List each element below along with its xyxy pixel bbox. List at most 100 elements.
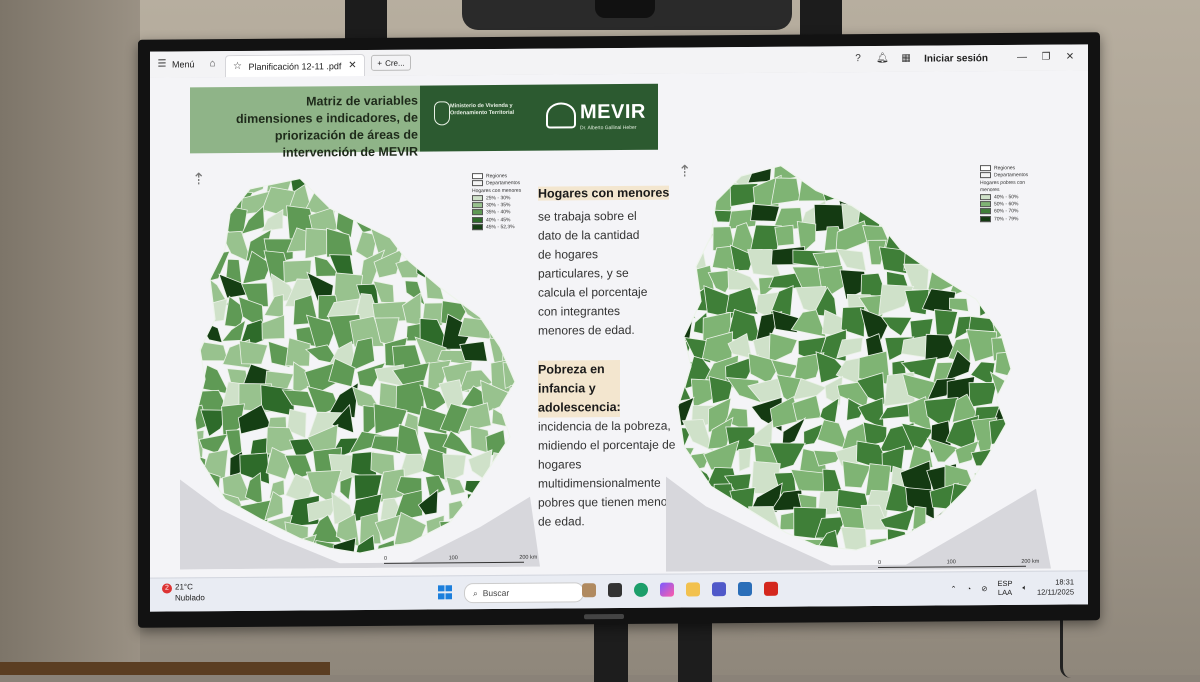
help-icon[interactable]: ?: [852, 53, 864, 65]
department-area: [905, 163, 930, 188]
department-area: [997, 461, 1011, 487]
department-area: [840, 526, 868, 552]
department-area: [934, 242, 949, 276]
store-icon[interactable]: [738, 581, 752, 597]
department-area: [678, 289, 697, 320]
department-area: [195, 190, 210, 221]
slide-title: Matriz de variables dimensiones e indica…: [236, 93, 419, 160]
department-area: [911, 222, 927, 256]
windows-taskbar: 2 21°C Nublado ⌕ Buscar ⌃ ◔ ⊘ ESP LAA 🔈︎…: [150, 570, 1088, 612]
taskbar-search[interactable]: ⌕ Buscar: [464, 582, 584, 604]
department-area: [502, 251, 515, 277]
department-area: [437, 176, 468, 188]
language-indicator[interactable]: ESP LAA: [998, 579, 1013, 597]
section-pobreza-title: Pobreza en infancia y adolescencia:: [538, 359, 621, 418]
search-label: Buscar: [482, 587, 510, 599]
department-area: [790, 469, 828, 492]
department-area: [678, 265, 694, 297]
department-area: [906, 195, 938, 230]
restore-icon[interactable]: ❐: [1040, 52, 1052, 64]
department-area: [683, 163, 711, 187]
menu-button[interactable]: ☰ Menú: [150, 51, 201, 77]
department-area: [502, 362, 515, 390]
clock-time: 18:31: [1055, 577, 1074, 587]
power-cable: [1060, 618, 1071, 678]
acrobat-icon[interactable]: [764, 581, 778, 596]
department-area: [1035, 294, 1056, 318]
notification-badge: 2: [162, 583, 172, 594]
legend-title: Hogares con menores: [472, 187, 522, 194]
department-area: [951, 199, 982, 227]
department-area: [814, 163, 847, 191]
home-icon: ⌂: [209, 58, 216, 70]
department-area: [466, 493, 496, 525]
create-button[interactable]: + Cre...: [371, 54, 411, 71]
department-area: [504, 444, 515, 482]
apps-grid-icon[interactable]: ▦: [900, 53, 912, 65]
department-area: [505, 467, 515, 498]
signin-button[interactable]: Iniciar sesión: [924, 53, 988, 65]
weather-widget[interactable]: 2 21°C Nublado: [162, 582, 205, 603]
department-area: [423, 208, 449, 235]
department-area: [1010, 428, 1011, 452]
wall-shadow: [0, 0, 140, 675]
department-area: [770, 177, 801, 205]
department-area: [946, 175, 979, 212]
clock[interactable]: 18:31 12/11/2025: [1037, 577, 1074, 597]
department-area: [201, 364, 231, 395]
department-area: [1035, 354, 1056, 385]
security-icon[interactable]: ◔: [967, 584, 972, 593]
tab-document[interactable]: ☆ Planificación 12-11 .pdf ✕: [224, 53, 366, 78]
department-area: [307, 176, 338, 199]
task-view-icon[interactable]: [608, 582, 622, 598]
weather-desc: Nublado: [175, 593, 205, 603]
department-area: [679, 223, 715, 250]
department-area: [888, 200, 914, 226]
department-area: [678, 244, 692, 279]
department-area: [1010, 397, 1011, 424]
department-area: [1034, 460, 1056, 496]
home-button[interactable]: ⌂: [201, 51, 225, 77]
edge-icon[interactable]: [634, 582, 648, 597]
department-area: [950, 240, 979, 276]
legend-left: Regiones Departamentos Hogares con menor…: [472, 173, 522, 232]
department-area: [330, 176, 363, 198]
department-area: [944, 163, 981, 188]
mevir-logo-icon: [546, 102, 576, 129]
network-icon[interactable]: ⊘: [981, 584, 987, 593]
department-area: [441, 188, 470, 213]
department-area: [928, 218, 958, 254]
department-area: [968, 382, 998, 408]
camera-lens: [595, 0, 655, 18]
department-area: [925, 197, 957, 234]
department-area: [725, 286, 759, 315]
department-area: [857, 163, 895, 183]
taskbar-apps: [582, 581, 778, 598]
windows-start-icon[interactable]: [438, 585, 452, 600]
department-area: [992, 444, 1011, 472]
teams-icon[interactable]: [712, 582, 726, 597]
department-area: [1038, 222, 1056, 254]
department-area: [991, 218, 1011, 256]
volume-icon[interactable]: 🔈︎: [1023, 583, 1028, 593]
department-area: [448, 500, 467, 521]
department-area: [468, 232, 491, 250]
department-area: [929, 163, 952, 181]
city-app-icon[interactable]: [582, 583, 596, 598]
file-explorer-icon[interactable]: [686, 582, 700, 597]
department-area: [678, 163, 696, 185]
close-icon[interactable]: ✕: [346, 60, 358, 72]
bell-icon[interactable]: 🔔︎: [876, 53, 889, 65]
plus-icon: +: [377, 58, 383, 68]
department-area: [678, 225, 694, 249]
screen: ☰ Menú ⌂ ☆ Planificación 12-11 .pdf ✕ + …: [150, 44, 1088, 612]
minimize-icon[interactable]: —: [1016, 52, 1028, 64]
department-area: [1010, 383, 1011, 399]
department-area: [392, 176, 423, 195]
close-window-icon[interactable]: ✕: [1064, 51, 1076, 63]
department-area: [458, 246, 494, 284]
copilot-icon[interactable]: [660, 582, 674, 597]
department-area: [195, 249, 209, 274]
chevron-up-icon[interactable]: ⌃: [950, 584, 956, 593]
department-area: [261, 314, 286, 340]
